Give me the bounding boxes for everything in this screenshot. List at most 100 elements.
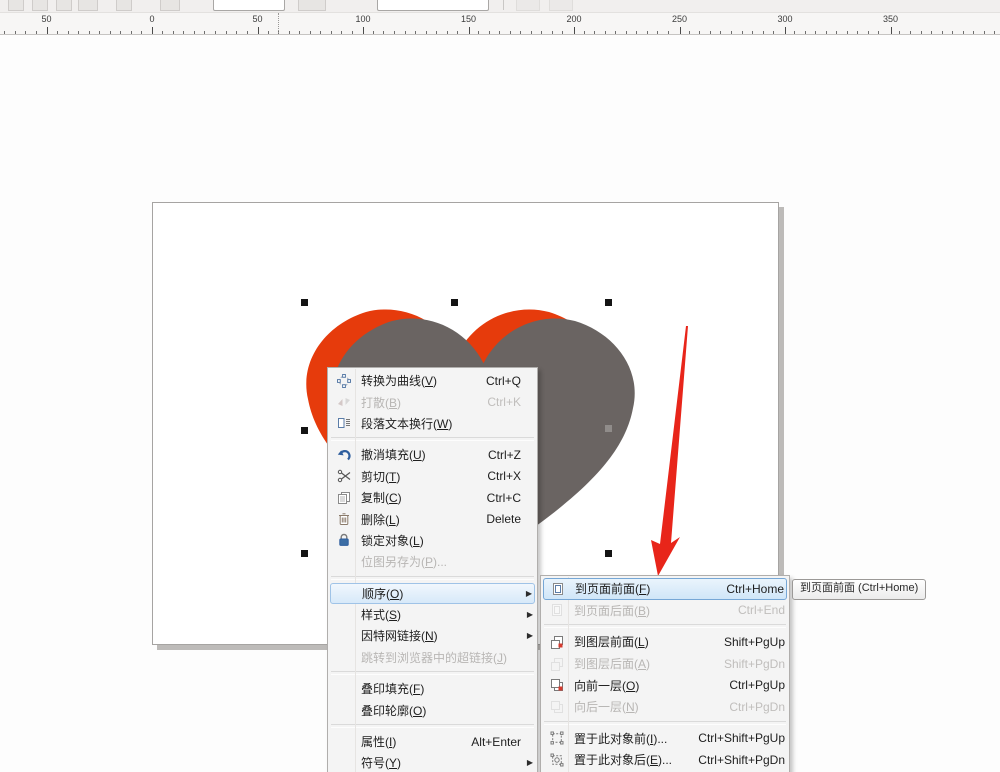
context-menu-item-1[interactable]: 转换为曲线(V)Ctrl+Q	[328, 370, 537, 391]
app-window: 50050100150200250300350 转换为曲线(V)Ctrl+Q打散…	[0, 0, 1000, 772]
context-menu-item-17[interactable]: 符号(Y)▶	[328, 752, 537, 772]
ruler-unit-label: 50	[248, 14, 268, 24]
toolbar-input[interactable]	[377, 0, 489, 11]
ruler-unit-label: 300	[775, 14, 795, 24]
order-submenu-item-3[interactable]: 到图层前面(L)Shift+PgUp	[541, 631, 789, 653]
ruler-major-tick	[47, 27, 48, 34]
menu-item-label: 位图另存为(P)...	[361, 553, 511, 570]
ruler-minor-tick	[857, 31, 858, 34]
ruler-minor-tick	[204, 31, 205, 34]
ruler-minor-tick	[183, 31, 184, 34]
ruler-minor-tick	[636, 31, 637, 34]
ruler-unit-label: 200	[564, 14, 584, 24]
context-menu-item-15[interactable]: 叠印轮廓(O)	[328, 699, 537, 720]
menu-item-shortcut: Ctrl+C	[477, 491, 521, 505]
toolbar-icon-fragment[interactable]	[32, 0, 48, 11]
toolbar-icon-fragment[interactable]	[298, 0, 326, 11]
context-menu-item-5[interactable]: 剪切(T)Ctrl+X	[328, 466, 537, 487]
ruler-minor-tick	[615, 31, 616, 34]
ruler-minor-tick	[131, 31, 132, 34]
context-menu-item-14[interactable]: 叠印填充(F)	[328, 678, 537, 699]
ruler-minor-tick	[794, 31, 795, 34]
ruler-minor-tick	[531, 31, 532, 34]
order-submenu-item-7[interactable]: 置于此对象前(I)...Ctrl+Shift+PgUp	[541, 728, 789, 750]
ruler-minor-tick	[773, 31, 774, 34]
context-menu-item-10[interactable]: 顺序(O)▶	[330, 583, 535, 604]
menu-item-label: 锁定对象(L)	[361, 532, 511, 549]
menu-item-shortcut: Ctrl+X	[477, 469, 521, 483]
ruler-minor-tick	[110, 31, 111, 34]
context-menu: 转换为曲线(V)Ctrl+Q打散(B)Ctrl+K段落文本换行(W)撤消填充(U…	[327, 367, 538, 772]
to-front-of-layer-icon	[545, 635, 568, 649]
order-submenu-item-8[interactable]: 置于此对象后(E)...Ctrl+Shift+PgDn	[541, 749, 789, 771]
menu-item-shortcut: Alt+Enter	[461, 735, 521, 749]
ruler-major-tick	[258, 27, 259, 34]
text-wrap-icon	[332, 416, 355, 430]
menu-item-shortcut: Ctrl+Shift+PgDn	[688, 753, 785, 767]
menu-item-label: 叠印轮廓(O)	[361, 702, 511, 719]
toolbar-icon-fragment[interactable]	[78, 0, 98, 11]
in-front-of-object-icon	[545, 731, 568, 745]
ruler-minor-tick	[720, 31, 721, 34]
toolbar-icon-fragment[interactable]	[160, 0, 180, 11]
ruler-minor-tick	[647, 31, 648, 34]
ruler-minor-tick	[931, 31, 932, 34]
ruler-minor-tick	[162, 31, 163, 34]
ruler-unit-label: 350	[881, 14, 901, 24]
selection-handle-top-right[interactable]	[605, 299, 612, 306]
menu-item-shortcut: Ctrl+Shift+PgUp	[688, 731, 785, 745]
ruler-minor-tick	[731, 31, 732, 34]
order-submenu-item-5[interactable]: 向前一层(O)Ctrl+PgUp	[541, 674, 789, 696]
ruler-minor-tick	[847, 31, 848, 34]
selection-handle-mid-right[interactable]	[605, 425, 612, 432]
menu-item-shortcut: Ctrl+Z	[478, 448, 521, 462]
ruler-minor-tick	[352, 31, 353, 34]
menu-item-label: 叠印填充(F)	[361, 680, 511, 697]
ruler-minor-tick	[952, 31, 953, 34]
ruler-minor-tick	[921, 31, 922, 34]
ruler-minor-tick	[815, 31, 816, 34]
context-menu-item-3[interactable]: 段落文本换行(W)	[328, 413, 537, 434]
ruler-major-tick	[785, 27, 786, 34]
to-front-of-page-icon	[546, 582, 569, 596]
ruler-minor-tick	[552, 31, 553, 34]
context-menu-item-7[interactable]: 删除(L)Delete	[328, 508, 537, 529]
selection-handle-bottom-left[interactable]	[301, 550, 308, 557]
toolbar-icon-fragment[interactable]	[56, 0, 72, 11]
ruler-minor-tick	[994, 31, 995, 34]
context-menu-item-8[interactable]: 锁定对象(L)	[328, 530, 537, 551]
ruler-minor-tick	[383, 31, 384, 34]
toolbar-icon-fragment[interactable]	[116, 0, 132, 11]
ruler-minor-tick	[742, 31, 743, 34]
menu-item-label: 置于此对象前(I)...	[574, 730, 688, 747]
menu-item-label: 撤消填充(U)	[361, 446, 478, 463]
selection-handle-top-left[interactable]	[301, 299, 308, 306]
toolbar-icon-fragment[interactable]	[549, 0, 573, 11]
menu-separator	[331, 437, 534, 441]
context-menu-item-12[interactable]: 因特网链接(N)▶	[328, 625, 537, 646]
submenu-arrow-icon: ▶	[521, 610, 533, 619]
toolbar-combobox[interactable]	[213, 0, 285, 11]
context-menu-item-4[interactable]: 撤消填充(U)Ctrl+Z	[328, 444, 537, 465]
ruler-minor-tick	[478, 31, 479, 34]
ruler-minor-tick	[268, 31, 269, 34]
order-submenu-item-1[interactable]: 到页面前面(F)Ctrl+Home	[543, 578, 787, 600]
toolbar-icon-fragment[interactable]	[516, 0, 540, 11]
context-menu-item-11[interactable]: 样式(S)▶	[328, 604, 537, 625]
ruler-minor-tick	[457, 31, 458, 34]
ruler-major-tick	[891, 27, 892, 34]
ruler-minor-tick	[194, 31, 195, 34]
order-submenu-item-2: 到页面后面(B)Ctrl+End	[541, 600, 789, 622]
menu-item-label: 复制(C)	[361, 489, 477, 506]
menu-item-label: 属性(I)	[361, 733, 461, 750]
toolbar-icon-fragment[interactable]	[8, 0, 24, 11]
selection-handle-mid-left[interactable]	[301, 427, 308, 434]
horizontal-ruler[interactable]: 50050100150200250300350	[0, 13, 1000, 35]
tooltip: 到页面前面 (Ctrl+Home)	[792, 579, 926, 600]
context-menu-item-6[interactable]: 复制(C)Ctrl+C	[328, 487, 537, 508]
context-menu-item-16[interactable]: 属性(I)Alt+Enter	[328, 731, 537, 752]
selection-handle-bottom-right[interactable]	[605, 550, 612, 557]
ruler-minor-tick	[426, 31, 427, 34]
selection-handle-top-center[interactable]	[451, 299, 458, 306]
menu-item-label: 打散(B)	[361, 394, 477, 411]
